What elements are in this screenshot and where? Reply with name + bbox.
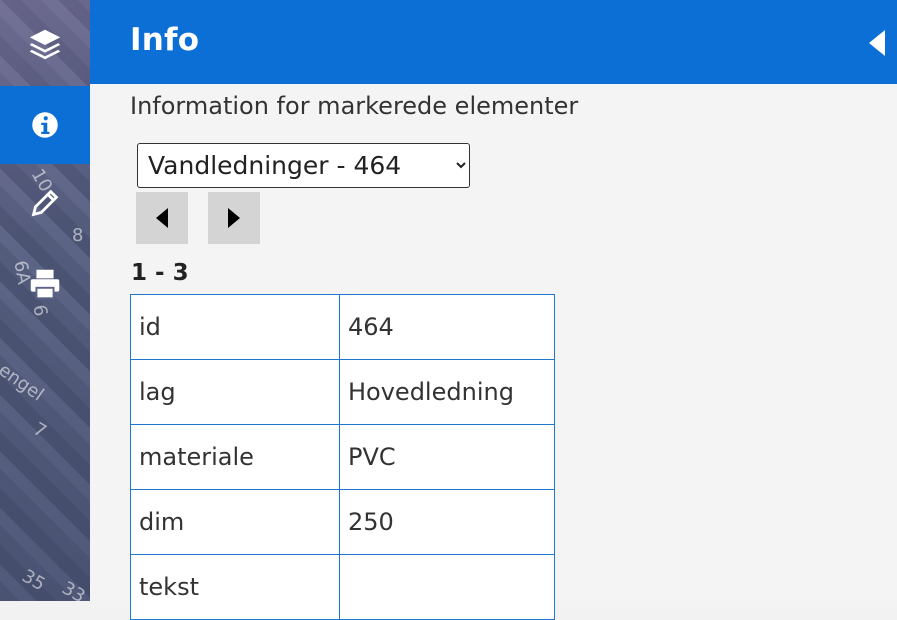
map-label: 33 xyxy=(58,577,89,608)
previous-button[interactable] xyxy=(136,192,188,244)
table-row: lag Hovedledning xyxy=(130,359,555,425)
next-button[interactable] xyxy=(208,192,260,244)
printer-icon xyxy=(30,269,60,300)
collapse-panel-button[interactable] xyxy=(863,26,891,60)
attribute-value: PVC xyxy=(339,424,555,490)
print-button[interactable] xyxy=(0,245,90,323)
triangle-left-icon xyxy=(869,30,885,56)
layer-select[interactable]: Vandledninger - 464 xyxy=(137,143,470,188)
layers-button[interactable] xyxy=(0,6,90,84)
attribute-key: id xyxy=(130,294,340,360)
result-range: 1 - 3 xyxy=(131,260,189,286)
attribute-table: id 464 lag Hovedledning materiale PVC di… xyxy=(130,294,555,620)
table-row: materiale PVC xyxy=(130,424,555,490)
map-label: 7 xyxy=(29,418,50,443)
attribute-value: 464 xyxy=(339,294,555,360)
panel-title: Info xyxy=(130,22,200,58)
layers-icon xyxy=(29,29,61,60)
panel-subtitle: Information for markerede elementer xyxy=(130,92,579,120)
table-row: dim 250 xyxy=(130,489,555,555)
info-icon xyxy=(32,112,58,138)
attribute-value: 250 xyxy=(339,489,555,555)
attribute-key: materiale xyxy=(130,424,340,490)
attribute-value: Hovedledning xyxy=(339,359,555,425)
info-button[interactable] xyxy=(0,86,90,164)
attribute-value xyxy=(339,554,555,620)
triangle-left-icon xyxy=(156,208,168,228)
panel-header: Info xyxy=(90,0,897,84)
triangle-right-icon xyxy=(228,208,240,228)
pencil-icon xyxy=(31,189,59,217)
map-label: engel xyxy=(0,359,48,406)
attribute-key: lag xyxy=(130,359,340,425)
table-row: id 464 xyxy=(130,294,555,360)
draw-button[interactable] xyxy=(0,164,90,242)
attribute-key: dim xyxy=(130,489,340,555)
info-panel: Info Information for markerede elementer… xyxy=(90,0,897,620)
table-row: tekst xyxy=(130,554,555,620)
attribute-key: tekst xyxy=(130,554,340,620)
map-label: 35 xyxy=(18,565,49,596)
